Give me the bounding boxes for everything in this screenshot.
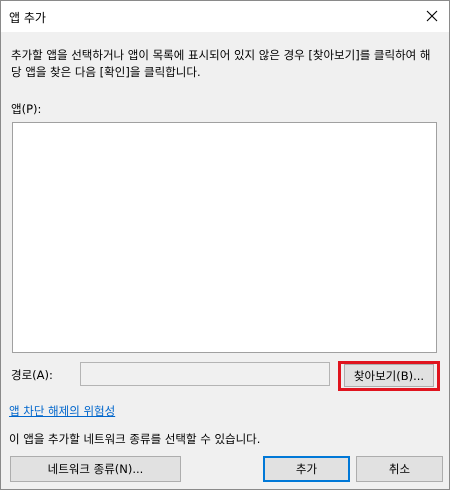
unblock-risk-link[interactable]: 앱 차단 해제의 위험성 <box>9 403 115 419</box>
apps-listbox[interactable] <box>12 122 437 353</box>
apps-label: 앱(P): <box>11 102 42 116</box>
instruction-text: 추가할 앱을 선택하거나 앱이 목록에 표시되어 있지 않은 경우 [찾아보기]… <box>11 48 431 79</box>
network-type-button[interactable]: 네트워크 종류(N)... <box>10 456 181 482</box>
network-type-info: 이 앱을 추가할 네트워크 종류를 선택할 수 있습니다. <box>9 432 261 446</box>
dialog-title: 앱 추가 <box>9 11 46 25</box>
add-app-dialog: 앱 추가 추가할 앱을 선택하거나 앱이 목록에 표시되어 있지 않은 경우 [… <box>0 0 450 490</box>
title-bar: 앱 추가 <box>1 1 449 32</box>
path-input[interactable] <box>80 362 330 386</box>
browse-button[interactable]: 찾아보기(B)... <box>344 364 434 387</box>
path-label: 경로(A): <box>11 368 53 382</box>
cancel-button[interactable]: 취소 <box>356 456 443 482</box>
add-button[interactable]: 추가 <box>263 456 350 482</box>
close-button[interactable] <box>419 4 445 28</box>
close-icon <box>426 10 438 22</box>
